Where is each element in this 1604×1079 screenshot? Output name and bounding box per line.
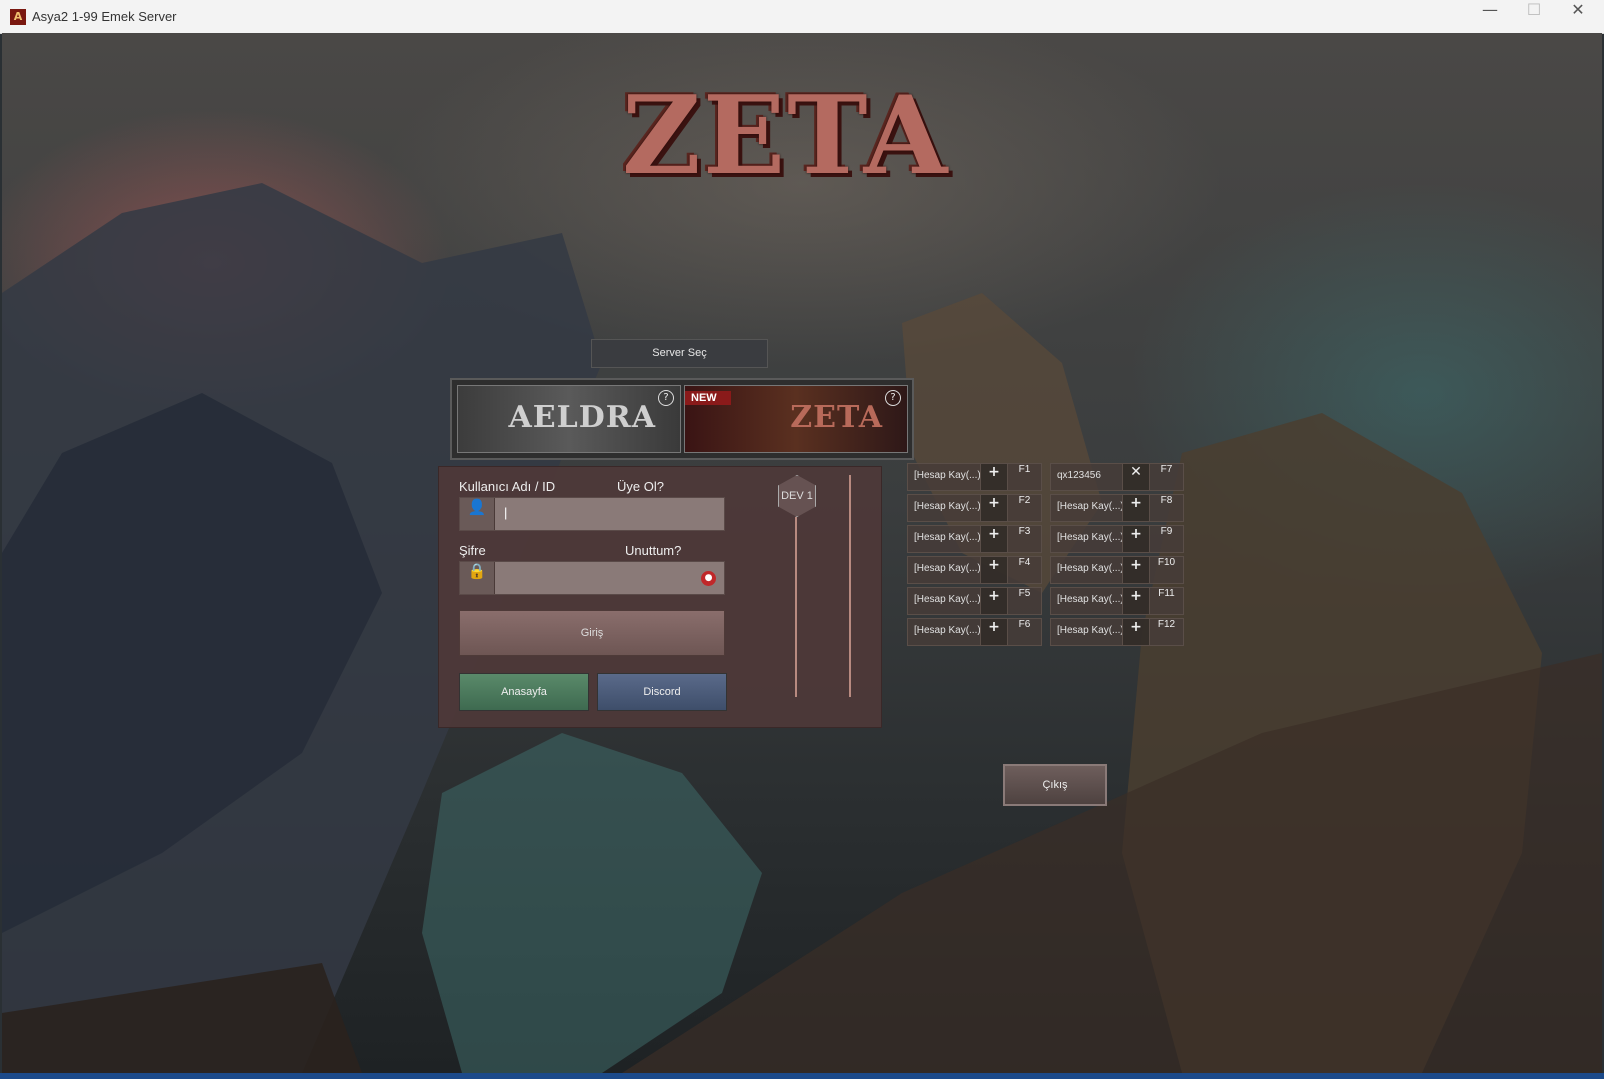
username-label: Kullanıcı Adı / ID	[459, 479, 556, 494]
plus-icon[interactable]: +	[980, 588, 1007, 614]
slot-name: [Hesap Kay(...)	[914, 625, 981, 636]
account-slot[interactable]: [Hesap Kay(...) + F11	[1050, 587, 1184, 615]
account-slot[interactable]: [Hesap Kay(...) + F6	[907, 618, 1042, 646]
slot-hotkey: F8	[1149, 495, 1183, 521]
slot-name: [Hesap Kay(...)	[914, 470, 981, 481]
server-name: ZETA	[790, 400, 883, 435]
remove-icon[interactable]: ✕	[1122, 464, 1149, 490]
help-icon[interactable]: ?	[885, 390, 901, 406]
account-slot[interactable]: [Hesap Kay(...) + F4	[907, 556, 1042, 584]
register-link[interactable]: Üye Ol?	[617, 479, 664, 494]
login-button[interactable]: Giriş	[459, 610, 725, 656]
plus-icon[interactable]: +	[980, 526, 1007, 552]
slot-hotkey: F5	[1007, 588, 1041, 614]
exit-button[interactable]: Çıkış	[1003, 764, 1107, 806]
plus-icon[interactable]: +	[1122, 588, 1149, 614]
slot-name: [Hesap Kay(...)	[1057, 594, 1124, 605]
maximize-button[interactable]: ☐	[1512, 0, 1556, 33]
username-value: |	[504, 505, 508, 520]
new-badge: NEW	[685, 391, 731, 405]
account-slot[interactable]: [Hesap Kay(...) + F2	[907, 494, 1042, 522]
rope-decoration	[795, 517, 797, 697]
close-button[interactable]: ✕	[1556, 0, 1600, 33]
plus-icon[interactable]: +	[980, 557, 1007, 583]
plus-icon[interactable]: +	[1122, 526, 1149, 552]
game-logo: ZETA	[622, 73, 950, 199]
slot-hotkey: F10	[1149, 557, 1183, 583]
plus-icon[interactable]: +	[1122, 619, 1149, 645]
home-button[interactable]: Anasayfa	[459, 673, 589, 711]
slot-hotkey: F2	[1007, 495, 1041, 521]
slot-hotkey: F11	[1149, 588, 1183, 614]
help-icon[interactable]: ?	[658, 390, 674, 406]
account-slot[interactable]: qx123456 ✕ F7	[1050, 463, 1184, 491]
slot-hotkey: F1	[1007, 464, 1041, 490]
minimize-button[interactable]: —	[1468, 0, 1512, 33]
server-list: AELDRA ? NEW ZETA ?	[450, 378, 914, 460]
slot-name: [Hesap Kay(...)	[1057, 532, 1124, 543]
discord-button[interactable]: Discord	[597, 673, 727, 711]
channel-badge[interactable]: DEV 1	[778, 475, 816, 517]
forgot-password-link[interactable]: Unuttum?	[625, 543, 681, 558]
window-titlebar: A Asya2 1-99 Emek Server — ☐ ✕	[0, 0, 1604, 34]
slot-name: [Hesap Kay(...)	[914, 501, 981, 512]
plus-icon[interactable]: +	[980, 619, 1007, 645]
account-slot[interactable]: [Hesap Kay(...) + F1	[907, 463, 1042, 491]
slot-hotkey: F7	[1149, 464, 1183, 490]
slot-hotkey: F9	[1149, 526, 1183, 552]
account-slot[interactable]: [Hesap Kay(...) + F10	[1050, 556, 1184, 584]
window-title: Asya2 1-99 Emek Server	[32, 9, 177, 24]
slot-name: [Hesap Kay(...)	[1057, 625, 1124, 636]
plus-icon[interactable]: +	[980, 495, 1007, 521]
server-name: AELDRA	[508, 400, 656, 435]
login-panel: Kullanıcı Adı / ID Üye Ol? 👤 | Şifre Unu…	[438, 466, 882, 728]
slot-hotkey: F3	[1007, 526, 1041, 552]
app-icon: A	[10, 9, 26, 25]
show-password-icon[interactable]: ●	[701, 571, 716, 586]
slot-hotkey: F12	[1149, 619, 1183, 645]
server-select-label: Server Seç	[591, 339, 768, 368]
username-field[interactable]: 👤 |	[459, 497, 725, 531]
user-icon: 👤	[460, 498, 495, 530]
password-label: Şifre	[459, 543, 486, 558]
account-slot[interactable]: [Hesap Kay(...) + F3	[907, 525, 1042, 553]
plus-icon[interactable]: +	[1122, 495, 1149, 521]
slot-name: [Hesap Kay(...)	[914, 594, 981, 605]
password-field[interactable]: 🔒 ●	[459, 561, 725, 595]
account-slot[interactable]: [Hesap Kay(...) + F5	[907, 587, 1042, 615]
plus-icon[interactable]: +	[980, 464, 1007, 490]
slot-name: [Hesap Kay(...)	[914, 563, 981, 574]
taskbar-edge	[0, 1073, 1604, 1079]
slot-hotkey: F4	[1007, 557, 1041, 583]
slot-name: qx123456	[1057, 470, 1101, 481]
plus-icon[interactable]: +	[1122, 557, 1149, 583]
slot-name: [Hesap Kay(...)	[1057, 563, 1124, 574]
rope-decoration	[849, 475, 851, 697]
server-card-aeldra[interactable]: AELDRA ?	[457, 385, 681, 453]
slot-hotkey: F6	[1007, 619, 1041, 645]
account-slot[interactable]: [Hesap Kay(...) + F9	[1050, 525, 1184, 553]
account-slot[interactable]: [Hesap Kay(...) + F12	[1050, 618, 1184, 646]
slot-name: [Hesap Kay(...)	[914, 532, 981, 543]
server-card-zeta[interactable]: NEW ZETA ?	[684, 385, 908, 453]
slot-name: [Hesap Kay(...)	[1057, 501, 1124, 512]
account-slot[interactable]: [Hesap Kay(...) + F8	[1050, 494, 1184, 522]
lock-icon: 🔒	[460, 562, 495, 594]
